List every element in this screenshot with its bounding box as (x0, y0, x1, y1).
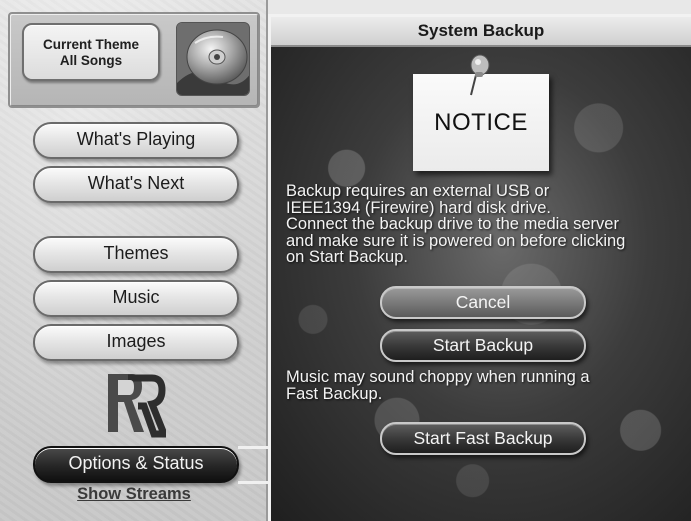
selected-tab-connector (238, 446, 270, 484)
options-status-button[interactable]: Options & Status (33, 446, 239, 483)
system-backup-panel: System Backup NOTICE Backup requires an … (268, 14, 691, 521)
pushpin-icon (467, 53, 493, 97)
whats-next-button[interactable]: What's Next (33, 166, 239, 203)
start-backup-button[interactable]: Start Backup (380, 329, 586, 362)
instruction-line: on Start Backup. (286, 248, 408, 266)
warning-line: Music may sound choppy when running a (286, 368, 590, 386)
warning-line: Fast Backup. (286, 384, 383, 403)
whats-playing-button[interactable]: What's Playing (33, 122, 239, 159)
images-button[interactable]: Images (33, 324, 239, 361)
show-streams-link[interactable]: Show Streams (0, 485, 268, 504)
start-fast-backup-button[interactable]: Start Fast Backup (380, 422, 586, 455)
fast-backup-warning: Music may sound choppy when running a Fa… (286, 369, 691, 402)
current-theme-name: All Songs (59, 53, 123, 68)
instruction-line: and make sure it is powered on before cl… (286, 231, 626, 250)
cd-disc-icon[interactable] (176, 22, 250, 96)
instruction-line: Backup requires an external USB or (286, 182, 550, 200)
rr-logo-icon (102, 368, 170, 438)
cancel-button[interactable]: Cancel (380, 286, 586, 319)
current-theme-button[interactable]: Current Theme All Songs (22, 23, 160, 81)
instruction-line: Connect the backup drive to the media se… (286, 215, 619, 233)
page-title: System Backup (271, 17, 691, 47)
backup-instructions: Backup requires an external USB or IEEE1… (286, 183, 691, 266)
music-button[interactable]: Music (33, 280, 239, 317)
sidebar: Current Theme All Songs What's Playing W… (0, 0, 270, 521)
current-theme-title: Current Theme (42, 37, 140, 52)
instruction-line: IEEE1394 (Firewire) hard disk drive. (286, 198, 552, 217)
themes-button[interactable]: Themes (33, 236, 239, 273)
